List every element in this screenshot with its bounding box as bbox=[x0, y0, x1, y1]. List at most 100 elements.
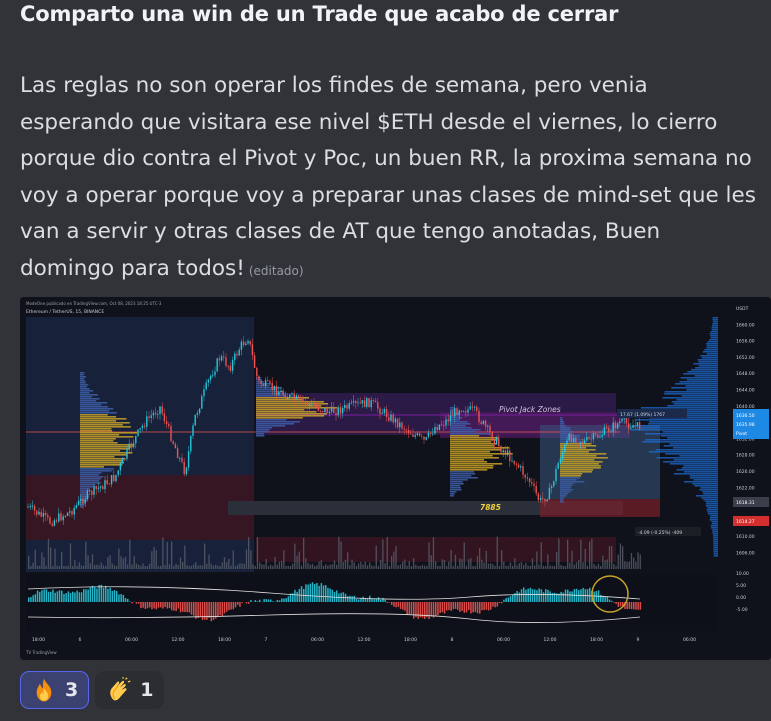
volume-profile-bar bbox=[450, 439, 498, 441]
volume-bar bbox=[303, 537, 305, 569]
volume-bar bbox=[507, 565, 509, 569]
candle-body bbox=[328, 411, 331, 414]
right-profile-bar bbox=[667, 405, 718, 407]
candle-body bbox=[143, 425, 146, 427]
volume-bar bbox=[606, 559, 608, 569]
volume-bar bbox=[384, 563, 386, 569]
candle-body bbox=[368, 397, 370, 408]
volume-bar bbox=[298, 551, 300, 569]
candle-body bbox=[603, 427, 606, 435]
candle-body bbox=[614, 422, 617, 429]
volume-bar bbox=[109, 555, 111, 569]
volume-profile-bar bbox=[256, 431, 269, 433]
candle-body bbox=[40, 511, 42, 517]
oscillator-bar bbox=[309, 583, 312, 602]
oscillator-bar bbox=[54, 592, 56, 602]
red-zone-left bbox=[26, 475, 254, 540]
candle-body bbox=[165, 421, 168, 425]
candle-body bbox=[267, 380, 269, 382]
volume-bar bbox=[523, 565, 525, 569]
oscillator-bar bbox=[179, 602, 182, 613]
chart-image[interactable]: ModeOne publicado en TradingView.com, Oc… bbox=[20, 297, 771, 660]
candle-body bbox=[300, 396, 302, 398]
volume-bar bbox=[351, 559, 353, 569]
volume-profile-bar bbox=[560, 421, 565, 423]
volume-bar bbox=[232, 550, 234, 569]
volume-bar bbox=[78, 562, 80, 569]
candle-body bbox=[394, 418, 397, 423]
volume-profile-bar bbox=[80, 424, 123, 426]
right-profile-bar bbox=[673, 459, 718, 461]
oscillator-bar bbox=[465, 602, 468, 613]
volume-bar bbox=[362, 564, 364, 569]
candle-body bbox=[599, 436, 601, 438]
right-profile-bar bbox=[711, 329, 718, 331]
candle-body bbox=[401, 422, 403, 429]
volume-bar bbox=[289, 565, 292, 569]
candle-body bbox=[484, 420, 487, 427]
candle-body bbox=[126, 449, 128, 459]
oscillator-bar bbox=[408, 602, 411, 616]
volume-profile-bar bbox=[560, 423, 565, 425]
oscillator-bar bbox=[50, 591, 52, 602]
volume-bar bbox=[494, 565, 496, 569]
volume-bar bbox=[349, 565, 351, 569]
volume-bar bbox=[617, 554, 619, 569]
volume-bar bbox=[120, 556, 122, 569]
volume-profile-bar bbox=[450, 455, 493, 457]
right-profile-bar bbox=[712, 325, 718, 327]
candle-body bbox=[425, 436, 427, 440]
oscillator-bar bbox=[47, 591, 50, 602]
oscillator-axis-label: 10.00 bbox=[736, 571, 749, 577]
oscillator-bar bbox=[439, 602, 441, 613]
volume-profile-bar bbox=[256, 417, 303, 419]
candle-body bbox=[36, 510, 38, 515]
volume-bar bbox=[439, 565, 441, 569]
right-profile-bar bbox=[687, 371, 718, 373]
oscillator-bar bbox=[318, 585, 320, 602]
candle-body bbox=[469, 406, 471, 410]
volume-profile-bar bbox=[450, 457, 499, 459]
candle-body bbox=[75, 505, 78, 508]
right-profile-bar bbox=[705, 501, 718, 503]
volume-profile-bar bbox=[560, 417, 563, 419]
volume-bar bbox=[281, 560, 283, 569]
volume-bar bbox=[76, 565, 78, 569]
volume-profile-bar bbox=[560, 489, 573, 491]
oscillator-bar bbox=[476, 602, 479, 614]
candle-body bbox=[187, 451, 190, 468]
price-axis-label: USDT bbox=[736, 306, 749, 312]
volume-bar bbox=[373, 565, 375, 569]
oscillator-bar bbox=[30, 597, 32, 602]
right-profile-bar bbox=[681, 467, 718, 469]
oscillator-bar bbox=[89, 587, 92, 602]
volume-profile-bar bbox=[80, 442, 118, 444]
candle-body bbox=[456, 408, 458, 415]
volume-bar bbox=[424, 565, 426, 569]
right-profile-bar bbox=[713, 555, 718, 557]
volume-bar bbox=[540, 542, 542, 569]
oscillator-bar bbox=[129, 601, 131, 602]
oscillator-bar bbox=[105, 585, 107, 602]
reaction-clap[interactable]: 1 bbox=[95, 671, 165, 709]
candle-body bbox=[284, 394, 287, 400]
oscillator-bar bbox=[487, 602, 490, 611]
volume-bar bbox=[263, 564, 265, 569]
candle-body bbox=[559, 458, 562, 464]
candle-body bbox=[124, 458, 126, 459]
right-profile-bar bbox=[663, 393, 718, 395]
oscillator-bar bbox=[155, 602, 158, 610]
volume-bar bbox=[105, 565, 107, 569]
volume-profile-bar bbox=[80, 388, 90, 390]
reaction-fire[interactable]: 3 bbox=[20, 671, 90, 709]
volume-bar bbox=[380, 560, 382, 569]
oscillator-bar bbox=[228, 602, 230, 611]
oscillator-bar bbox=[41, 590, 43, 602]
candle-body bbox=[546, 499, 548, 502]
oscillator-bar bbox=[45, 589, 48, 602]
oscillator-axis-label: 0.00 bbox=[736, 595, 746, 601]
volume-profile-bar bbox=[450, 447, 510, 449]
oscillator-bar bbox=[472, 602, 474, 613]
oscillator-bar bbox=[83, 589, 85, 602]
oscillator-bar bbox=[91, 585, 94, 602]
